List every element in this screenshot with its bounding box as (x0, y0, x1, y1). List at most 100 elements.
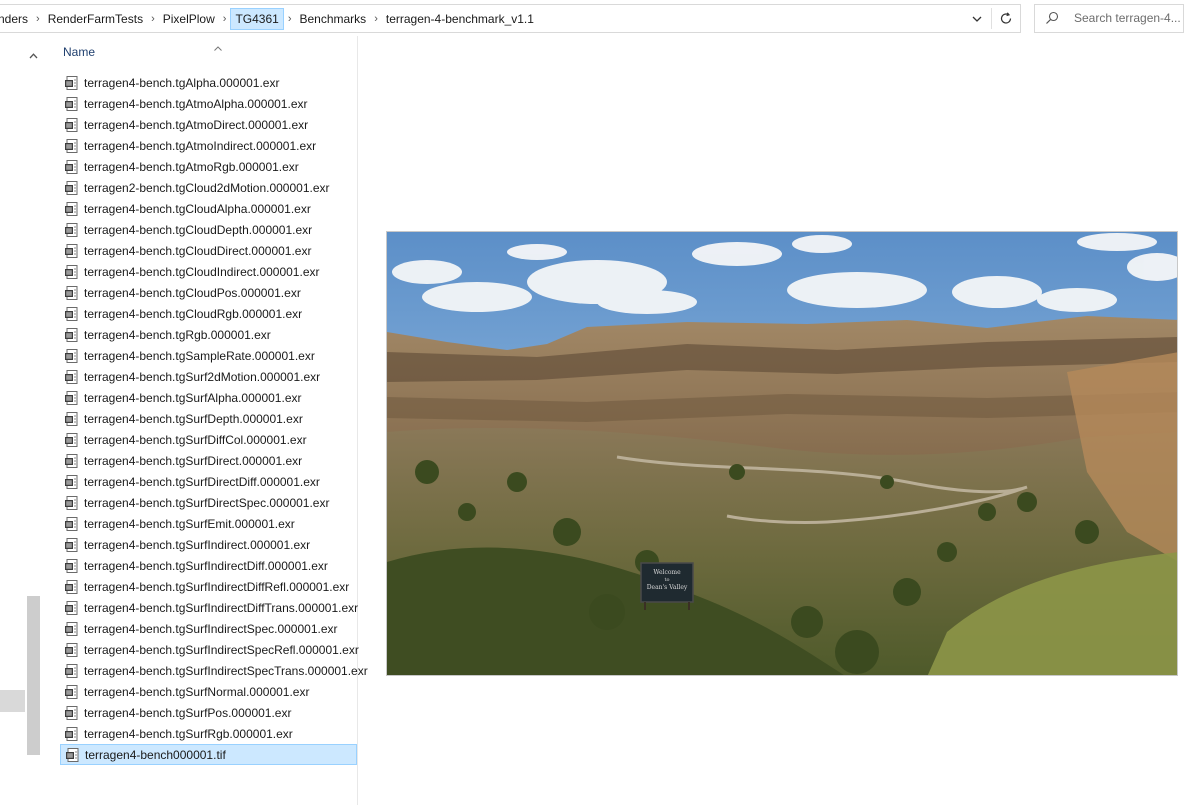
breadcrumb-separator-icon[interactable]: › (32, 13, 44, 25)
file-name: terragen4-bench.tgSurfDepth.000001.exr (84, 411, 303, 426)
file-name: terragen4-bench.tgAtmoDirect.000001.exr (84, 117, 309, 132)
scroll-up-arrow-icon[interactable] (29, 46, 38, 64)
sort-ascending-icon (214, 38, 222, 56)
exr-file-icon (64, 663, 80, 679)
exr-file-icon (64, 558, 80, 574)
file-row[interactable]: terragen2-bench.tgCloud2dMotion.000001.e… (60, 177, 357, 198)
exr-file-icon (64, 117, 80, 133)
file-name: terragen4-bench000001.tif (85, 747, 226, 762)
file-row[interactable]: terragen4-bench.tgSurfIndirectSpecTrans.… (60, 660, 368, 681)
file-row[interactable]: terragen4-bench.tgAlpha.000001.exr (60, 72, 357, 93)
file-row[interactable]: terragen4-bench.tgSurfIndirectSpecRefl.0… (60, 639, 359, 660)
scrollbar-thumb[interactable] (27, 596, 40, 755)
sign-text-line-3: Dean's Valley (647, 584, 688, 591)
breadcrumb-item-tg4361[interactable]: TG4361 (230, 7, 284, 30)
exr-file-icon (64, 264, 80, 280)
breadcrumb-item-current-folder[interactable]: terragen-4-benchmark_v1.1 (382, 8, 538, 30)
file-row[interactable]: terragen4-bench.tgSurfAlpha.000001.exr (60, 387, 357, 408)
file-name: terragen4-bench.tgSurfIndirectSpecTrans.… (84, 663, 368, 678)
column-header-name[interactable]: Name (63, 45, 95, 59)
file-row[interactable]: terragen4-bench.tgSurfDirectSpec.000001.… (60, 492, 357, 513)
exr-file-icon (64, 306, 80, 322)
exr-file-icon (64, 159, 80, 175)
file-name: terragen4-bench.tgSurfDirectDiff.000001.… (84, 474, 320, 489)
breadcrumb-separator-icon[interactable]: › (147, 13, 159, 25)
search-box[interactable]: Search terragen-4... (1034, 4, 1184, 33)
exr-file-icon (64, 600, 80, 616)
file-row[interactable]: terragen4-bench.tgCloudPos.000001.exr (60, 282, 357, 303)
file-name: terragen4-bench.tgCloudRgb.000001.exr (84, 306, 303, 321)
file-row[interactable]: terragen4-bench.tgCloudIndirect.000001.e… (60, 261, 357, 282)
exr-file-icon (64, 201, 80, 217)
search-placeholder[interactable]: Search terragen-4... (1074, 5, 1181, 32)
file-row[interactable]: terragen4-bench.tgSurfIndirect.000001.ex… (60, 534, 357, 555)
file-name: terragen4-bench.tgSurfDirectSpec.000001.… (84, 495, 330, 510)
exr-file-icon (64, 453, 80, 469)
exr-file-icon (64, 327, 80, 343)
file-row[interactable]: terragen4-bench.tgAtmoAlpha.000001.exr (60, 93, 357, 114)
refresh-icon (1000, 11, 1012, 24)
file-name: terragen4-bench.tgSurfDirect.000001.exr (84, 453, 303, 468)
breadcrumb-separator-icon[interactable]: › (219, 13, 231, 25)
exr-file-icon (64, 285, 80, 301)
file-row[interactable]: terragen4-bench.tgSurfEmit.000001.exr (60, 513, 357, 534)
file-row[interactable]: terragen4-bench.tgSurfIndirectDiff.00000… (60, 555, 357, 576)
exr-file-icon (65, 747, 81, 763)
file-row[interactable]: terragen4-bench.tgAtmoRgb.000001.exr (60, 156, 357, 177)
file-name: terragen4-bench.tgSurfIndirectDiff.00000… (84, 558, 328, 573)
file-row[interactable]: terragen4-bench.tgSurfIndirectSpec.00000… (60, 618, 357, 639)
file-row[interactable]: terragen4-bench.tgSurfDirect.000001.exr (60, 450, 357, 471)
file-row[interactable]: terragen4-bench.tgSurfDiffCol.000001.exr (60, 429, 357, 450)
file-row-selected[interactable]: terragen4-bench000001.tif (60, 744, 357, 765)
refresh-button[interactable] (992, 5, 1020, 32)
file-name: terragen4-bench.tgCloudDepth.000001.exr (84, 222, 313, 237)
file-row[interactable]: terragen4-bench.tgCloudRgb.000001.exr (60, 303, 357, 324)
file-name: terragen4-bench.tgSampleRate.000001.exr (84, 348, 315, 363)
file-row[interactable]: terragen4-bench.tgRgb.000001.exr (60, 324, 357, 345)
file-name: terragen4-bench.tgSurfNormal.000001.exr (84, 684, 310, 699)
file-row[interactable]: terragen4-bench.tgSurfRgb.000001.exr (60, 723, 357, 744)
breadcrumb-item-benchmarks[interactable]: Benchmarks (295, 8, 370, 30)
breadcrumb: nders › RenderFarmTests › PixelPlow › TG… (0, 5, 538, 32)
image-preview: Welcome to Dean's Valley (386, 231, 1178, 676)
file-name: terragen4-bench.tgAtmoIndirect.000001.ex… (84, 138, 317, 153)
nav-pane-selected-item[interactable] (0, 690, 25, 712)
exr-file-icon (64, 684, 80, 700)
file-row[interactable]: terragen4-bench.tgCloudDirect.000001.exr (60, 240, 357, 261)
file-row[interactable]: terragen4-bench.tgSurfPos.000001.exr (60, 702, 357, 723)
breadcrumb-item-renderfarmtests[interactable]: RenderFarmTests (44, 8, 147, 30)
file-row[interactable]: terragen4-bench.tgCloudAlpha.000001.exr (60, 198, 357, 219)
file-row[interactable]: terragen4-bench.tgAtmoDirect.000001.exr (60, 114, 357, 135)
file-row[interactable]: terragen4-bench.tgSurfIndirectDiffRefl.0… (60, 576, 357, 597)
nav-pane-scrollbar[interactable] (25, 40, 42, 805)
address-dropdown-button[interactable] (963, 5, 991, 32)
chevron-down-icon (972, 16, 982, 22)
address-bar[interactable]: nders › RenderFarmTests › PixelPlow › TG… (0, 4, 1021, 33)
file-row[interactable]: terragen4-bench.tgSurfNormal.000001.exr (60, 681, 357, 702)
file-name: terragen4-bench.tgAtmoRgb.000001.exr (84, 159, 299, 174)
file-row[interactable]: terragen4-bench.tgSurfDirectDiff.000001.… (60, 471, 357, 492)
file-name: terragen4-bench.tgSurfIndirectSpecRefl.0… (84, 642, 359, 657)
file-name: terragen4-bench.tgAtmoAlpha.000001.exr (84, 96, 308, 111)
exr-file-icon (64, 75, 80, 91)
breadcrumb-separator-icon[interactable]: › (284, 13, 296, 25)
file-name: terragen4-bench.tgAlpha.000001.exr (84, 75, 280, 90)
exr-file-icon (64, 222, 80, 238)
file-row[interactable]: terragen4-bench.tgCloudDepth.000001.exr (60, 219, 357, 240)
file-name: terragen4-bench.tgCloudIndirect.000001.e… (84, 264, 320, 279)
file-name: terragen4-bench.tgSurf2dMotion.000001.ex… (84, 369, 321, 384)
preview-image: Welcome to Dean's Valley (387, 232, 1177, 675)
file-name: terragen4-bench.tgSurfIndirect.000001.ex… (84, 537, 311, 552)
breadcrumb-item-renders[interactable]: nders (0, 8, 32, 30)
breadcrumb-item-pixelplow[interactable]: PixelPlow (159, 8, 219, 30)
breadcrumb-separator-icon[interactable]: › (370, 13, 382, 25)
exr-file-icon (64, 138, 80, 154)
file-row[interactable]: terragen4-bench.tgAtmoIndirect.000001.ex… (60, 135, 357, 156)
file-row[interactable]: terragen4-bench.tgSurfDepth.000001.exr (60, 408, 357, 429)
file-row[interactable]: terragen4-bench.tgSurfIndirectDiffTrans.… (60, 597, 358, 618)
file-row[interactable]: terragen4-bench.tgSurf2dMotion.000001.ex… (60, 366, 357, 387)
exr-file-icon (64, 516, 80, 532)
file-row[interactable]: terragen4-bench.tgSampleRate.000001.exr (60, 345, 357, 366)
exr-file-icon (64, 348, 80, 364)
exr-file-icon (64, 642, 80, 658)
